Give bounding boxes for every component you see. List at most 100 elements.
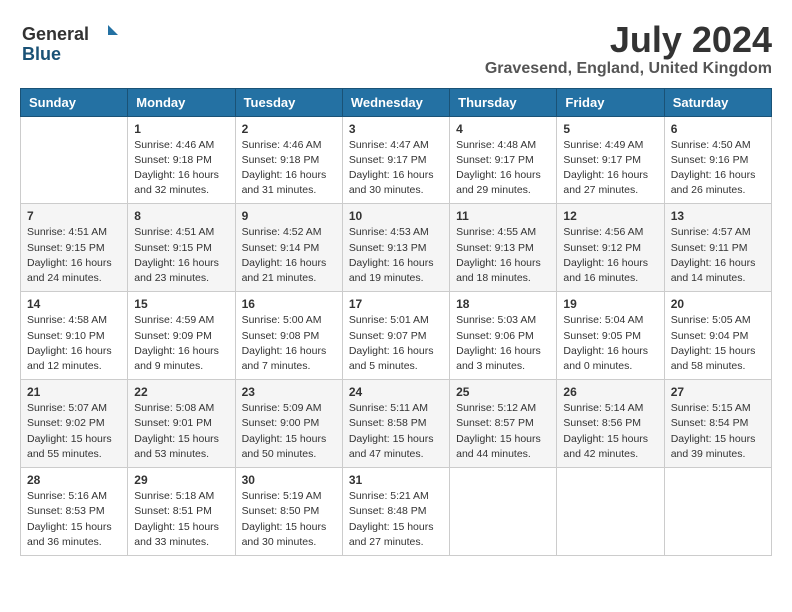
day-info: Sunrise: 5:14 AM Sunset: 8:56 PM Dayligh… [563,401,657,462]
day-info: Sunrise: 5:18 AM Sunset: 8:51 PM Dayligh… [134,489,228,550]
day-info: Sunrise: 5:16 AM Sunset: 8:53 PM Dayligh… [27,489,121,550]
day-info: Sunrise: 4:59 AM Sunset: 9:09 PM Dayligh… [134,313,228,374]
weekday-header-friday: Friday [557,88,664,116]
day-number: 7 [27,209,121,223]
calendar-cell: 17 Sunrise: 5:01 AM Sunset: 9:07 PM Dayli… [342,292,449,380]
calendar-week-5: 28 Sunrise: 5:16 AM Sunset: 8:53 PM Dayli… [21,468,772,556]
day-number: 16 [242,297,336,311]
day-number: 29 [134,473,228,487]
day-info: Sunrise: 4:46 AM Sunset: 9:18 PM Dayligh… [134,138,228,199]
day-info: Sunrise: 4:49 AM Sunset: 9:17 PM Dayligh… [563,138,657,199]
calendar-cell: 11 Sunrise: 4:55 AM Sunset: 9:13 PM Dayli… [450,204,557,292]
day-info: Sunrise: 4:51 AM Sunset: 9:15 PM Dayligh… [27,225,121,286]
day-number: 23 [242,385,336,399]
logo: General Blue [20,20,130,65]
calendar-cell: 19 Sunrise: 5:04 AM Sunset: 9:05 PM Dayli… [557,292,664,380]
calendar-cell: 30 Sunrise: 5:19 AM Sunset: 8:50 PM Dayli… [235,468,342,556]
calendar-week-1: 1 Sunrise: 4:46 AM Sunset: 9:18 PM Daylig… [21,116,772,204]
month-title: July 2024 [485,20,772,60]
calendar-cell: 3 Sunrise: 4:47 AM Sunset: 9:17 PM Daylig… [342,116,449,204]
day-number: 27 [671,385,765,399]
day-number: 19 [563,297,657,311]
calendar-cell: 1 Sunrise: 4:46 AM Sunset: 9:18 PM Daylig… [128,116,235,204]
day-info: Sunrise: 5:09 AM Sunset: 9:00 PM Dayligh… [242,401,336,462]
day-number: 17 [349,297,443,311]
day-number: 21 [27,385,121,399]
day-info: Sunrise: 4:47 AM Sunset: 9:17 PM Dayligh… [349,138,443,199]
calendar-cell: 9Sunrise: 4:52 AM Sunset: 9:14 PM Daylig… [235,204,342,292]
calendar-cell: 22 Sunrise: 5:08 AM Sunset: 9:01 PM Dayli… [128,380,235,468]
day-number: 11 [456,209,550,223]
calendar-cell: 24 Sunrise: 5:11 AM Sunset: 8:58 PM Dayli… [342,380,449,468]
day-info: Sunrise: 4:46 AM Sunset: 9:18 PM Dayligh… [242,138,336,199]
day-number: 10 [349,209,443,223]
calendar-cell: 12Sunrise: 4:56 AM Sunset: 9:12 PM Dayli… [557,204,664,292]
day-info: Sunrise: 5:07 AM Sunset: 9:02 PM Dayligh… [27,401,121,462]
calendar-table: SundayMondayTuesdayWednesdayThursdayFrid… [20,88,772,556]
day-number: 3 [349,122,443,136]
calendar-cell: 29 Sunrise: 5:18 AM Sunset: 8:51 PM Dayli… [128,468,235,556]
calendar-cell: 14Sunrise: 4:58 AM Sunset: 9:10 PM Dayli… [21,292,128,380]
calendar-cell [450,468,557,556]
calendar-cell: 4 Sunrise: 4:48 AM Sunset: 9:17 PM Daylig… [450,116,557,204]
title-area: July 2024 Gravesend, England, United Kin… [485,20,772,78]
day-number: 1 [134,122,228,136]
calendar-cell: 28 Sunrise: 5:16 AM Sunset: 8:53 PM Dayli… [21,468,128,556]
day-number: 15 [134,297,228,311]
day-info: Sunrise: 4:48 AM Sunset: 9:17 PM Dayligh… [456,138,550,199]
day-number: 18 [456,297,550,311]
day-number: 31 [349,473,443,487]
day-info: Sunrise: 5:08 AM Sunset: 9:01 PM Dayligh… [134,401,228,462]
day-info: Sunrise: 5:11 AM Sunset: 8:58 PM Dayligh… [349,401,443,462]
day-info: Sunrise: 5:03 AM Sunset: 9:06 PM Dayligh… [456,313,550,374]
calendar-cell: 15 Sunrise: 4:59 AM Sunset: 9:09 PM Dayli… [128,292,235,380]
day-info: Sunrise: 5:01 AM Sunset: 9:07 PM Dayligh… [349,313,443,374]
day-number: 26 [563,385,657,399]
calendar-cell: 27 Sunrise: 5:15 AM Sunset: 8:54 PM Dayli… [664,380,771,468]
day-number: 6 [671,122,765,136]
day-number: 30 [242,473,336,487]
calendar-cell: 26 Sunrise: 5:14 AM Sunset: 8:56 PM Dayli… [557,380,664,468]
logo-svg: General Blue [20,20,130,65]
calendar-cell: 2Sunrise: 4:46 AM Sunset: 9:18 PM Daylig… [235,116,342,204]
weekday-header-sunday: Sunday [21,88,128,116]
day-number: 20 [671,297,765,311]
calendar-body: 1 Sunrise: 4:46 AM Sunset: 9:18 PM Daylig… [21,116,772,555]
calendar-cell: 21 Sunrise: 5:07 AM Sunset: 9:02 PM Dayli… [21,380,128,468]
calendar-week-4: 21 Sunrise: 5:07 AM Sunset: 9:02 PM Dayli… [21,380,772,468]
day-number: 5 [563,122,657,136]
day-number: 14 [27,297,121,311]
weekday-header-saturday: Saturday [664,88,771,116]
day-info: Sunrise: 4:53 AM Sunset: 9:13 PM Dayligh… [349,225,443,286]
day-info: Sunrise: 5:15 AM Sunset: 8:54 PM Dayligh… [671,401,765,462]
day-info: Sunrise: 4:52 AM Sunset: 9:14 PM Dayligh… [242,225,336,286]
day-number: 13 [671,209,765,223]
calendar-cell: 16 Sunrise: 5:00 AM Sunset: 9:08 PM Dayli… [235,292,342,380]
calendar-cell: 8Sunrise: 4:51 AM Sunset: 9:15 PM Daylig… [128,204,235,292]
calendar-cell [664,468,771,556]
day-number: 28 [27,473,121,487]
day-info: Sunrise: 4:57 AM Sunset: 9:11 PM Dayligh… [671,225,765,286]
day-number: 22 [134,385,228,399]
page-header: General Blue July 2024 Gravesend, Englan… [20,20,772,78]
day-info: Sunrise: 5:19 AM Sunset: 8:50 PM Dayligh… [242,489,336,550]
calendar-cell: 13 Sunrise: 4:57 AM Sunset: 9:11 PM Dayli… [664,204,771,292]
day-number: 4 [456,122,550,136]
calendar-cell: 18 Sunrise: 5:03 AM Sunset: 9:06 PM Dayli… [450,292,557,380]
day-info: Sunrise: 5:04 AM Sunset: 9:05 PM Dayligh… [563,313,657,374]
day-info: Sunrise: 4:56 AM Sunset: 9:12 PM Dayligh… [563,225,657,286]
calendar-cell: 31 Sunrise: 5:21 AM Sunset: 8:48 PM Dayli… [342,468,449,556]
calendar-cell [21,116,128,204]
calendar-cell: 6 Sunrise: 4:50 AM Sunset: 9:16 PM Daylig… [664,116,771,204]
day-info: Sunrise: 4:50 AM Sunset: 9:16 PM Dayligh… [671,138,765,199]
day-info: Sunrise: 5:21 AM Sunset: 8:48 PM Dayligh… [349,489,443,550]
day-info: Sunrise: 4:51 AM Sunset: 9:15 PM Dayligh… [134,225,228,286]
weekday-header-tuesday: Tuesday [235,88,342,116]
calendar-cell [557,468,664,556]
svg-text:General: General [22,24,89,44]
weekday-header-monday: Monday [128,88,235,116]
day-info: Sunrise: 4:55 AM Sunset: 9:13 PM Dayligh… [456,225,550,286]
day-info: Sunrise: 5:00 AM Sunset: 9:08 PM Dayligh… [242,313,336,374]
weekday-header-row: SundayMondayTuesdayWednesdayThursdayFrid… [21,88,772,116]
day-number: 24 [349,385,443,399]
